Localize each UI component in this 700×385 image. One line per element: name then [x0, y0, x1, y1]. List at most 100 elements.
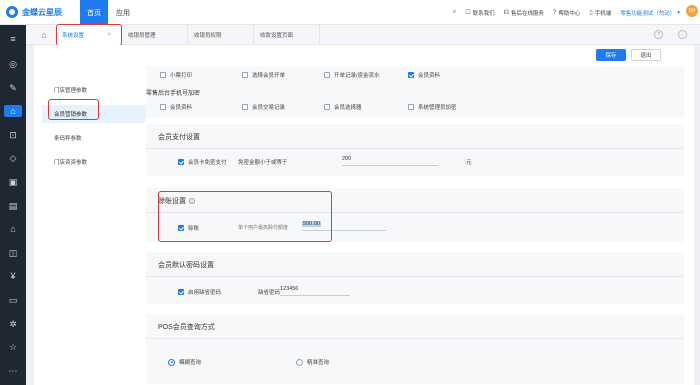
monitor-icon[interactable]: ▭: [7, 294, 19, 306]
radio-exact[interactable]: 精准查询: [296, 358, 329, 366]
radio-icon: [296, 358, 303, 366]
wallet-icon[interactable]: ◫: [7, 247, 19, 259]
contact-us-label: 联系我们: [472, 10, 495, 17]
divider: [146, 338, 684, 339]
bag-icon[interactable]: ▣: [7, 176, 19, 188]
search-icon[interactable]: ⌕: [453, 9, 456, 16]
threshold-input[interactable]: 200: [342, 156, 438, 166]
dashboard-icon[interactable]: ◎: [7, 58, 19, 70]
tab-label: 收银员管理: [128, 33, 156, 39]
collapse-icon[interactable]: ›: [678, 30, 687, 39]
tab-bar: ⌂ 系统设置 × 收银员管理 收银员权限 收款设置页面 ? ›: [26, 25, 700, 45]
checkbox-default-password[interactable]: 启用缺省密码: [178, 288, 221, 296]
checkbox-label: 小票打印: [170, 73, 193, 79]
store-icon[interactable]: ⌂: [4, 105, 22, 117]
warehouse-icon[interactable]: ⌂: [7, 223, 19, 235]
pos-query-title: POS会员查询方式: [158, 324, 215, 331]
menu-icon[interactable]: ≡: [7, 33, 19, 45]
radio-label: 精准查询: [307, 360, 330, 366]
home-tab-icon[interactable]: ⌂: [38, 29, 50, 41]
checkbox-icon: [242, 72, 248, 78]
threshold-label: 免密金额小于或等于: [238, 160, 288, 166]
checkbox-label: 会员卡免密支付: [188, 160, 227, 166]
highlight-nav: [48, 99, 99, 120]
app-logo[interactable]: 金蝶云星辰: [6, 6, 62, 18]
phone-encryption-subtitle: 零售后台手机号加密: [146, 91, 201, 97]
checkbox-receipt[interactable]: 小票打印: [160, 71, 192, 79]
radio-fuzzy[interactable]: 模糊查询: [168, 358, 201, 366]
yen-icon[interactable]: ¥: [7, 270, 19, 282]
tab-cashier-management[interactable]: 收银员管理: [122, 25, 188, 45]
checkbox-label: 会员交易记录: [252, 105, 286, 111]
online-service-label: 售后在线服务: [511, 10, 545, 17]
checkbox-checked-icon: [408, 72, 414, 78]
password-title: 会员默认密码设置: [158, 262, 214, 269]
checkbox-label: 开单记录/资金流水: [334, 73, 380, 79]
encryption-card: 小票打印 选择会员开单 开单记录/资金流水 会员资料 零售后台手机号加密 会员资…: [146, 66, 684, 118]
checkbox-icon: [160, 72, 166, 78]
member-pay-title: 会员支付设置: [158, 134, 200, 141]
help-center-link[interactable]: ? 帮助中心: [553, 9, 580, 17]
checkbox-enc-selector[interactable]: 会员选择器: [324, 103, 362, 111]
checkbox-label: 启用缺省密码: [188, 290, 222, 296]
edit-icon[interactable]: ✎: [7, 82, 19, 94]
checkbox-enc-member-info[interactable]: 会员资料: [160, 103, 192, 111]
checkbox-label: 选择会员开单: [252, 73, 286, 79]
more-icon[interactable]: ⋯: [7, 365, 19, 377]
nav-app[interactable]: 应用: [116, 0, 130, 25]
divider: [146, 148, 684, 149]
checkbox-icon: [408, 104, 414, 110]
top-bar: 金蝶云星辰 首页 应用 ⌕ ☐ 联系我们 ☊ 售后在线服务 ? 帮助中心 ▯ 手机端 零…: [0, 0, 700, 25]
tab-label: 收款设置页面: [260, 33, 294, 39]
checkbox-icon: [324, 104, 330, 110]
help-center-label: 帮助中心: [558, 10, 581, 17]
checkbox-free-pay[interactable]: 会员卡免密支付: [178, 158, 227, 166]
nav-home[interactable]: 首页: [80, 0, 108, 25]
checkbox-member-info[interactable]: 会员资料: [408, 71, 440, 79]
save-button[interactable]: 保存: [596, 49, 626, 61]
checkbox-checked-icon: [178, 159, 184, 165]
settings-icon[interactable]: ✲: [7, 318, 19, 330]
checkbox-enc-admin[interactable]: 系统管理员加密: [408, 103, 457, 111]
help-circle-icon[interactable]: ?: [654, 30, 663, 39]
tab-label: 收银员权限: [194, 33, 222, 39]
company-switcher[interactable]: 零售功能测试（勿动） ▾: [620, 9, 680, 17]
online-service-link[interactable]: ☊ 售后在线服务: [504, 9, 544, 17]
star-icon[interactable]: ☆: [7, 341, 19, 353]
checkbox-icon: [324, 72, 330, 78]
company-name: 零售功能测试（勿动）: [620, 10, 676, 17]
checkbox-label: 会员资料: [418, 73, 441, 79]
exit-button[interactable]: 退出: [631, 49, 661, 61]
mobile-icon: ▯: [589, 10, 593, 16]
radio-label: 模糊查询: [179, 360, 202, 366]
checkbox-enc-transactions[interactable]: 会员交易记录: [242, 103, 285, 111]
nav-store-resource[interactable]: 门店资资参数: [42, 153, 146, 171]
divider: [146, 276, 684, 277]
password-input[interactable]: 123456: [280, 286, 350, 296]
nav-barcode-scale[interactable]: 条码秤参数: [42, 129, 146, 147]
nav-store-params[interactable]: 门店管理参数: [42, 81, 146, 99]
chat-icon: ☐: [465, 10, 471, 16]
help-icon: ?: [553, 9, 557, 16]
left-sidebar: ≡ ◎ ✎ ⌂ ⊡ ◇ ▣ ▤ ⌂ ◫ ¥ ▭ ✲ ☆ ⋯: [0, 25, 26, 385]
mobile-label: 手机端: [594, 10, 612, 17]
checkbox-label: 会员选择器: [334, 105, 362, 111]
chevron-down-icon: ▾: [677, 9, 680, 16]
unit-label: 元: [466, 160, 472, 166]
pos-query-card: POS会员查询方式 模糊查询 精准查询: [146, 314, 684, 384]
headset-icon: ☊: [503, 10, 510, 16]
tab-cashier-permission[interactable]: 收银员权限: [188, 25, 254, 45]
tab-payment-settings[interactable]: 收款设置页面: [254, 25, 320, 45]
mobile-link[interactable]: ▯ 手机端: [589, 9, 611, 17]
member-pay-card: 会员支付设置 会员卡免密支付 免密金额小于或等于 200 元: [146, 124, 684, 176]
checkbox-select-member[interactable]: 选择会员开单: [242, 71, 285, 79]
tag-icon[interactable]: ◇: [7, 152, 19, 164]
contact-us-link[interactable]: ☐ 联系我们: [465, 9, 494, 17]
report-icon[interactable]: ▤: [7, 200, 19, 212]
checkbox-order-record[interactable]: 开单记录/资金流水: [324, 71, 380, 79]
threshold-value: 200: [342, 156, 352, 162]
checkbox-icon: [242, 104, 248, 110]
avatar[interactable]: SH: [686, 5, 698, 17]
checkbox-label: 会员资料: [170, 105, 193, 111]
cart-icon[interactable]: ⊡: [7, 129, 19, 141]
